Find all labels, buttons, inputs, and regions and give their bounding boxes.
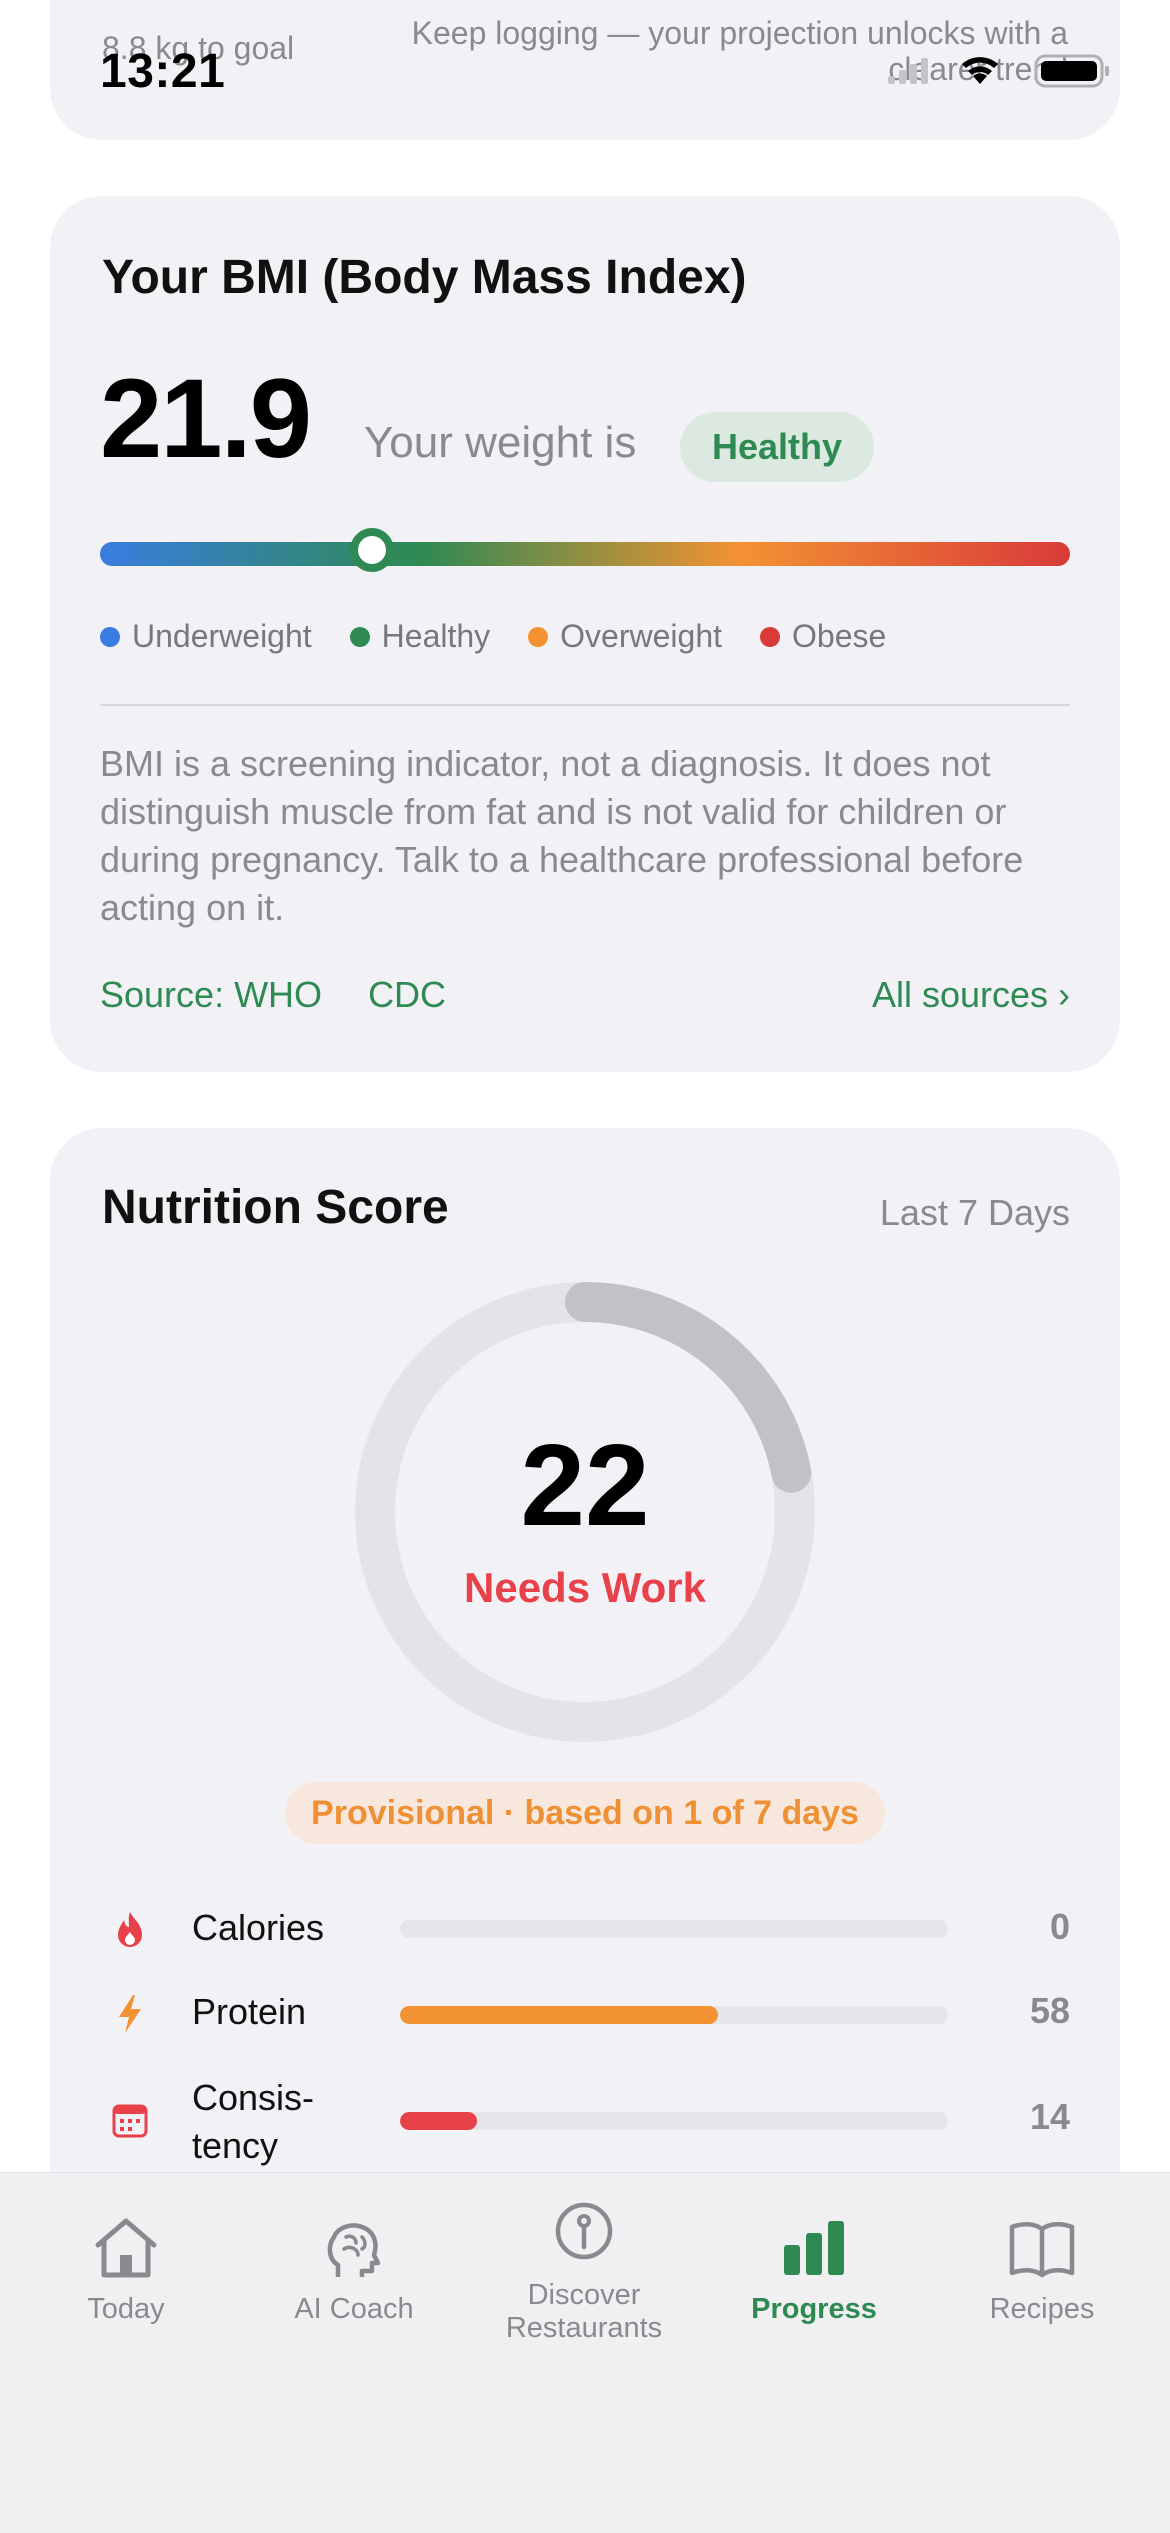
tab-label: Today xyxy=(87,2293,165,2325)
legend-item-healthy: Healthy xyxy=(349,618,491,655)
status-time: 13:21 xyxy=(100,45,226,98)
brain-icon xyxy=(327,2223,381,2277)
tab-ai-coach[interactable]: AI Coach xyxy=(254,2215,454,2326)
tab-label: AI Coach xyxy=(294,2293,414,2325)
flame-icon xyxy=(118,1912,142,1947)
legend-dot xyxy=(349,626,370,647)
metric-label: Calories xyxy=(192,1907,325,1948)
legend-dot xyxy=(528,626,549,647)
legend-item-underweight: Underweight xyxy=(100,618,312,655)
battery-icon xyxy=(1034,54,1109,88)
bmi-scale-track xyxy=(100,542,1070,566)
tab-discover-restaurants[interactable]: Discover Restaurants xyxy=(484,2201,684,2345)
nutrition-score-value: 22 xyxy=(520,1420,650,1550)
tab-label: Discover Restaurants xyxy=(505,2279,663,2344)
legend-item-overweight: Overweight xyxy=(528,618,722,655)
bmi-sources: Source: WHO CDC xyxy=(100,974,482,1016)
legend-label: Healthy xyxy=(381,618,491,654)
home-icon xyxy=(95,2218,157,2278)
tab-today[interactable]: Today xyxy=(26,2215,226,2326)
source-who-link[interactable]: Source: WHO xyxy=(100,974,322,1015)
nutrition-score-label: Needs Work xyxy=(464,1564,706,1611)
tab-bar: Today AI Coach Discover Restaurants Progres… xyxy=(0,2172,1170,2533)
bmi-title: Your BMI (Body Mass Index) xyxy=(102,251,747,304)
metric-label: Consis- tency xyxy=(192,2077,315,2166)
pin-icon xyxy=(555,2202,613,2260)
source-cdc-link[interactable]: CDC xyxy=(368,974,446,1015)
legend-item-obese: Obese xyxy=(760,618,886,655)
legend-label: Underweight xyxy=(132,618,312,654)
tab-label: Progress xyxy=(751,2293,877,2325)
metric-value: 14 xyxy=(1029,2096,1070,2137)
tab-recipes[interactable]: Recipes xyxy=(942,2215,1142,2326)
legend-dot xyxy=(100,626,120,647)
all-sources-link[interactable]: All sources › xyxy=(872,974,1070,1016)
bmi-status-badge: Healthy xyxy=(680,412,875,482)
metric-label: Protein xyxy=(192,1991,307,2032)
bmi-weight-label: Your weight is xyxy=(364,418,637,467)
legend-label: Overweight xyxy=(560,618,722,654)
provisional-badge: Provisional · based on 1 of 7 days xyxy=(285,1782,885,1844)
status-icons xyxy=(888,50,1118,90)
metric-value: 0 xyxy=(1049,1906,1070,1947)
metric-bar-track xyxy=(400,1920,948,1938)
bmi-divider xyxy=(100,704,1070,706)
bar-chart-icon xyxy=(784,2221,844,2275)
tab-progress[interactable]: Progress xyxy=(714,2215,914,2326)
signal-icon xyxy=(888,58,928,84)
tab-label: Recipes xyxy=(989,2293,1095,2325)
nutrition-period-selector[interactable]: Last 7 Days xyxy=(880,1192,1070,1234)
bmi-legend: Underweight Healthy Overweight Obese xyxy=(100,618,886,655)
bmi-value: 21.9 xyxy=(100,356,312,481)
wifi-icon xyxy=(962,57,998,84)
legend-label: Obese xyxy=(792,618,887,654)
bolt-icon xyxy=(119,1995,141,2033)
legend-dot xyxy=(760,626,780,647)
calendar-icon xyxy=(112,2104,148,2138)
metric-value: 58 xyxy=(1029,1990,1070,2031)
metric-bar-track xyxy=(400,2006,948,2024)
book-icon xyxy=(1009,2222,1075,2278)
metric-bar-track xyxy=(400,2112,948,2130)
bmi-disclaimer: BMI is a screening indicator, not a diag… xyxy=(100,743,1024,928)
metric-bar-fill xyxy=(400,2006,718,2024)
nutrition-title: Nutrition Score xyxy=(102,1181,449,1234)
bmi-scale-marker xyxy=(349,528,394,572)
metric-bar-fill xyxy=(400,2112,477,2130)
